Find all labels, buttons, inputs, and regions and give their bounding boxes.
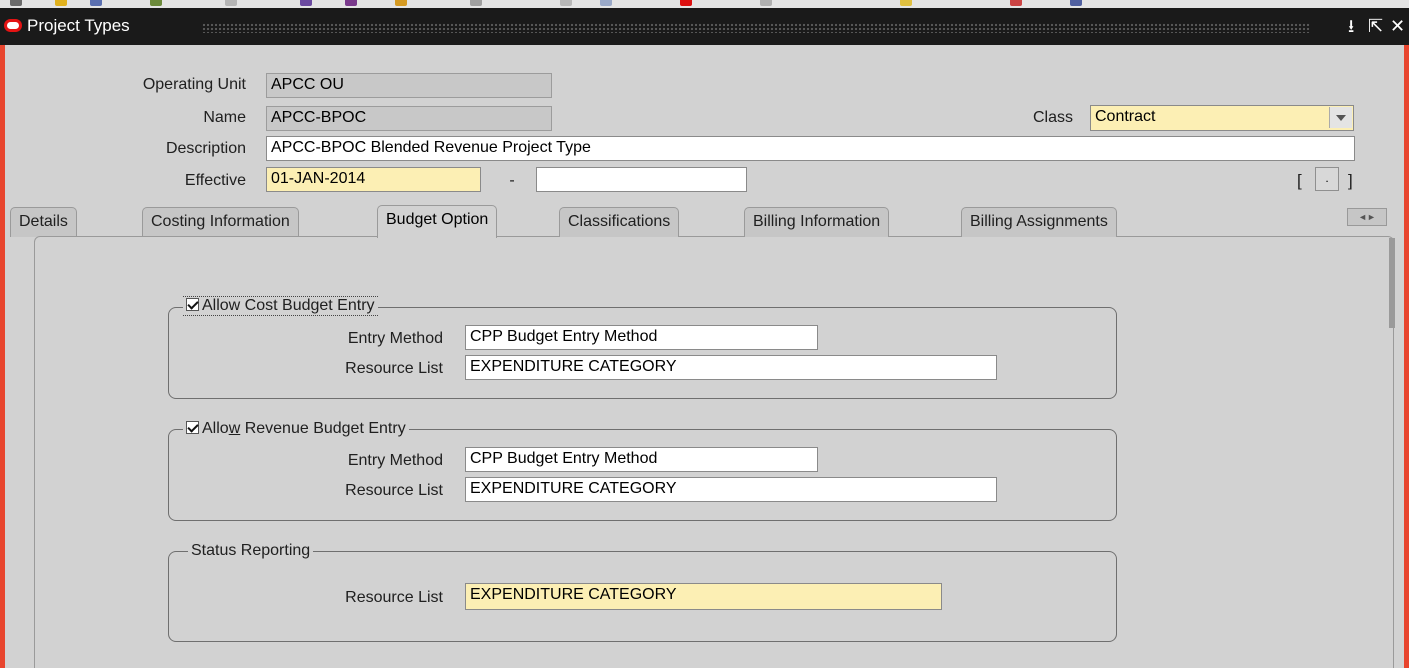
allow-revenue-budget-accelerator: w	[228, 420, 241, 437]
class-select-value: Contract	[1095, 108, 1156, 125]
toolbar-icon[interactable]	[395, 0, 407, 6]
revenue-resource-list-field[interactable]: EXPENDITURE CATEGORY	[465, 477, 997, 502]
toolbar-icon[interactable]	[560, 0, 572, 6]
status-resource-list-label: Resource List	[345, 589, 443, 606]
effective-label: Effective	[184, 172, 246, 189]
dff-bracket-close: ]	[1348, 171, 1353, 190]
toolbar-icon[interactable]	[1070, 0, 1082, 6]
tab-billing-assignments[interactable]: Billing Assignments	[961, 207, 1117, 237]
revenue-entry-method-label: Entry Method	[347, 452, 443, 469]
chevron-down-icon[interactable]	[1329, 107, 1352, 128]
vertical-scrollbar[interactable]	[1389, 238, 1395, 328]
tab-costing-information[interactable]: Costing Information	[142, 207, 299, 237]
revenue-resource-list-label: Resource List	[345, 482, 443, 499]
class-label: Class	[1032, 109, 1073, 126]
status-reporting-title: Status Reporting	[188, 542, 314, 560]
toolbar-icon[interactable]	[345, 0, 357, 6]
name-label: Name	[203, 109, 246, 126]
operating-unit-field[interactable]: APCC OU	[266, 73, 552, 98]
tab-classifications[interactable]: Classifications	[559, 207, 680, 237]
toolbar-icon[interactable]	[150, 0, 162, 6]
toolbar-icon[interactable]	[225, 0, 237, 6]
toolbar-icon[interactable]	[90, 0, 102, 6]
dff-bracket-open: [	[1297, 171, 1302, 190]
effective-separator: -	[509, 172, 515, 189]
toolbar-icon[interactable]	[900, 0, 912, 6]
allow-revenue-budget-label-pre: Allo	[202, 420, 229, 437]
tab-billing-information[interactable]: Billing Information	[744, 207, 890, 237]
window-title: Project Types	[27, 16, 130, 35]
class-select[interactable]: Contract	[1090, 105, 1354, 131]
name-field[interactable]: APCC-BPOC	[266, 106, 552, 131]
cost-budget-group	[168, 307, 1117, 399]
window-titlebar[interactable]: Project Types ⭳ ⇱ ✕	[0, 8, 1409, 45]
allow-revenue-budget-checkbox[interactable]: Allow Revenue Budget Entry	[183, 420, 409, 438]
operating-unit-label: Operating Unit	[142, 76, 246, 93]
descriptive-flexfield-button[interactable]: .	[1315, 167, 1339, 191]
minimize-icon[interactable]: ⭳	[1348, 16, 1354, 36]
effective-from-field[interactable]: 01-JAN-2014	[266, 167, 481, 192]
oracle-app-icon	[4, 19, 22, 32]
revenue-entry-method-field[interactable]: CPP Budget Entry Method	[465, 447, 818, 472]
toolbar-icon[interactable]	[300, 0, 312, 6]
cost-entry-method-label: Entry Method	[347, 330, 443, 347]
status-resource-list-field[interactable]: EXPENDITURE CATEGORY	[465, 583, 942, 610]
description-field[interactable]: APCC-BPOC Blended Revenue Project Type	[266, 136, 1355, 161]
toolbar-icon[interactable]	[680, 0, 692, 6]
checkbox-checked-icon[interactable]	[186, 421, 199, 434]
cost-entry-method-field[interactable]: CPP Budget Entry Method	[465, 325, 818, 350]
allow-cost-budget-checkbox[interactable]: Allow Cost Budget Entry	[183, 296, 378, 316]
checkbox-checked-icon[interactable]	[186, 298, 199, 311]
toolbar-icon[interactable]	[470, 0, 482, 6]
cost-resource-list-label: Resource List	[345, 360, 443, 377]
title-grip	[202, 23, 1310, 33]
allow-cost-budget-label: Allow Cost Budget Entry	[202, 297, 375, 314]
close-icon[interactable]: ✕	[1390, 16, 1405, 36]
maximize-icon[interactable]: ⇱	[1368, 16, 1383, 36]
toolbar-icon[interactable]	[1010, 0, 1022, 6]
allow-revenue-budget-label-post: Revenue Budget Entry	[240, 420, 406, 437]
toolbar-icon[interactable]	[55, 0, 67, 6]
effective-to-field[interactable]	[536, 167, 747, 192]
tab-scroll-icon[interactable]: ◄►	[1347, 208, 1387, 226]
toolbar-icon[interactable]	[600, 0, 612, 6]
tab-budget-option[interactable]: Budget Option	[377, 205, 498, 238]
description-label: Description	[165, 140, 246, 157]
toolbar-icon[interactable]	[760, 0, 772, 6]
toolbar-icon[interactable]	[10, 0, 22, 6]
revenue-budget-group	[168, 429, 1117, 521]
tab-details[interactable]: Details	[10, 207, 77, 237]
cost-resource-list-field[interactable]: EXPENDITURE CATEGORY	[465, 355, 997, 380]
